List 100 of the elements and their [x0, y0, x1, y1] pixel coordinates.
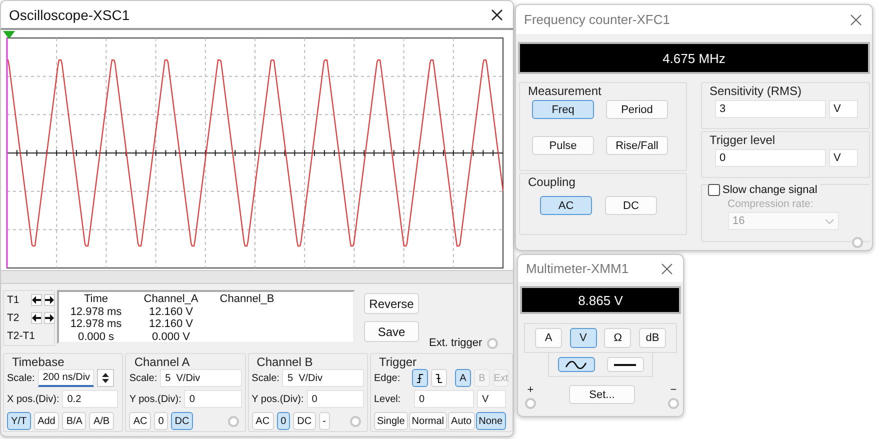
left-arrow-button[interactable] — [31, 312, 42, 324]
coupling-button[interactable]: 0 — [276, 412, 290, 430]
mode-button[interactable]: B/A — [62, 412, 86, 430]
group-title: Trigger — [376, 355, 419, 369]
field-label: Y pos.(Div): — [252, 394, 304, 404]
cursor-label: T2-T1 — [7, 330, 36, 342]
measurement-button[interactable]: Freq — [532, 100, 594, 119]
trigger-mode-button[interactable]: None — [476, 412, 506, 430]
ext-trigger-label: Ext. trigger — [429, 337, 482, 349]
scroll-bar[interactable] — [1, 270, 513, 284]
level-field[interactable]: 0 — [414, 390, 474, 408]
group-title: Sensitivity (RMS) — [708, 84, 804, 98]
coupling-button[interactable]: AC — [540, 196, 592, 215]
chevron-down-icon — [824, 218, 834, 224]
trigger-mode-button[interactable]: Normal — [408, 412, 448, 430]
field-label: Y pos.(Div): — [129, 394, 182, 404]
measurement-button[interactable]: Pulse — [532, 136, 594, 155]
value-field[interactable]: 0 — [714, 149, 826, 167]
right-arrow-button[interactable] — [44, 294, 55, 306]
signal-button[interactable] — [606, 357, 644, 372]
unit-field[interactable]: V — [828, 149, 858, 167]
coupling-button[interactable]: DC — [170, 412, 194, 430]
group-title: Timebase — [10, 355, 66, 369]
checkbox[interactable] — [708, 184, 720, 196]
readout-value: 8.865 V — [578, 292, 623, 308]
field-label: Compression rate: — [728, 198, 814, 210]
left-arrow-icon — [32, 296, 41, 304]
coupling-button[interactable]: - — [318, 412, 330, 430]
coupling-button[interactable]: AC — [129, 412, 152, 430]
cursor-label: T1 — [7, 294, 20, 306]
checkbox-label: Slow change signal — [722, 184, 818, 196]
unit-field[interactable]: V — [828, 100, 858, 118]
scale-field[interactable]: 5 V/Div — [282, 369, 364, 387]
scale-field[interactable]: 200 ns/Div — [38, 369, 94, 387]
table-cell: 12.978 ms — [70, 318, 122, 330]
sine-wave-icon — [565, 360, 587, 368]
edge-button[interactable] — [412, 369, 428, 387]
table-cell: 0.000 V — [152, 330, 190, 343]
source-button[interactable]: A — [454, 369, 471, 387]
group-title: Trigger level — [708, 133, 778, 147]
signal-button[interactable] — [558, 357, 594, 372]
group-title: Channel A — [132, 355, 192, 369]
cursor-label: T2 — [7, 312, 20, 324]
table-cell: 12.978 ms — [70, 306, 122, 318]
readout-value: 4.675 MHz — [662, 50, 726, 66]
measurement-button[interactable]: Rise/Fall — [606, 136, 668, 155]
table-cell: 12.160 V — [148, 306, 194, 318]
coupling-button[interactable]: AC — [252, 412, 274, 430]
action-button[interactable]: Reverse — [364, 293, 419, 314]
position-field[interactable]: 0 — [306, 390, 364, 408]
window-title: Oscilloscope-XSC1 — [9, 6, 130, 22]
mode-button[interactable]: Add — [34, 412, 60, 430]
left-arrow-icon — [32, 314, 41, 322]
field-label: Scale: — [129, 372, 158, 384]
position-field[interactable]: 0.2 — [62, 390, 118, 408]
trigger-mode-button[interactable]: Single — [374, 412, 408, 430]
column-header: Channel_B — [218, 293, 276, 306]
field-label: Scale: — [252, 372, 280, 384]
mode-button[interactable]: A/B — [89, 412, 114, 430]
up-down-arrows-icon — [102, 372, 109, 384]
straight-line-icon — [614, 362, 636, 366]
field-label: Level: — [374, 394, 402, 404]
table-cell: 0.000 s — [78, 330, 114, 343]
field-label: X pos.(Div): — [7, 394, 60, 404]
window-title: Frequency counter-XFC1 — [524, 12, 670, 27]
mode-button[interactable]: Y/T — [7, 412, 31, 430]
group-title: Coupling — [526, 175, 578, 189]
column-header: Time — [82, 293, 110, 306]
left-arrow-button[interactable] — [31, 294, 42, 306]
mode-button[interactable]: dB — [638, 328, 666, 348]
group-title: Channel B — [254, 355, 315, 369]
coupling-button[interactable]: DC — [293, 412, 316, 430]
rising-edge-icon — [416, 372, 424, 384]
field-label: Scale: — [7, 372, 35, 384]
group-title: Measurement — [526, 84, 604, 98]
unit-field[interactable]: V — [476, 390, 506, 408]
set-button[interactable]: Set... — [569, 385, 635, 404]
edge-button[interactable] — [431, 369, 448, 387]
measurement-button[interactable]: Period — [606, 100, 668, 119]
window-title: Multimeter-XMM1 — [526, 261, 629, 276]
spinner-control[interactable] — [96, 369, 114, 387]
coupling-button[interactable]: DC — [605, 196, 657, 215]
action-button[interactable]: Save — [364, 321, 419, 342]
terminal-label: + — [527, 385, 534, 396]
value-field[interactable]: 3 — [714, 100, 826, 118]
trigger-mode-button[interactable]: Auto — [448, 412, 475, 430]
terminal-label: − — [670, 385, 677, 396]
scale-field[interactable]: 5 V/Div — [160, 369, 242, 387]
mode-button[interactable]: Ω — [604, 328, 632, 348]
field-label: Edge: — [374, 372, 402, 384]
right-arrow-icon — [45, 314, 54, 322]
position-field[interactable]: 0 — [184, 390, 242, 408]
coupling-button[interactable]: 0 — [154, 412, 168, 430]
right-arrow-button[interactable] — [44, 312, 55, 324]
falling-edge-icon — [435, 372, 444, 384]
mode-button[interactable]: V — [570, 328, 597, 348]
table-cell: 12.160 V — [148, 318, 194, 330]
mode-button[interactable]: A — [535, 328, 562, 348]
close-icon[interactable] — [491, 8, 503, 20]
right-arrow-icon — [45, 296, 54, 304]
